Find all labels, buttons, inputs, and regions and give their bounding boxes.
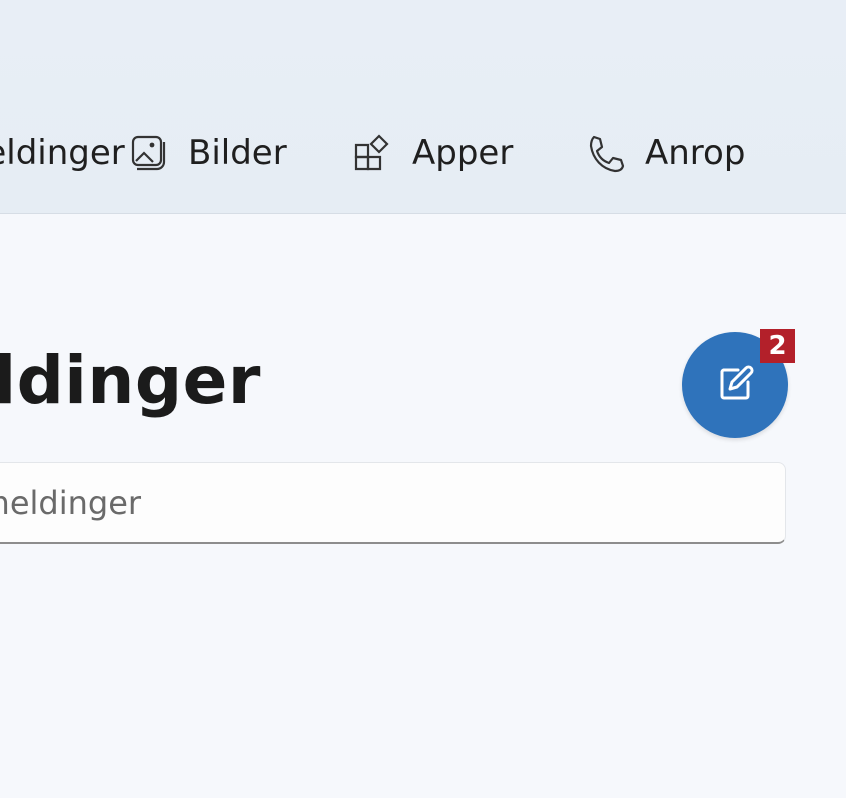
compose-icon [710,358,760,412]
image-icon [128,133,168,173]
tab-label: Apper [412,133,514,173]
tab-apps[interactable]: Apper [352,128,513,178]
tab-messages[interactable]: Meldinger [0,128,125,178]
notification-badge: 2 [760,329,795,363]
tab-label: Meldinger [0,133,125,173]
tab-calls[interactable]: Anrop [585,128,745,178]
tab-label: Bilder [188,133,287,173]
search-input[interactable] [0,463,785,542]
tab-label: Anrop [645,133,746,173]
app-window: Meldinger Bilder [0,0,846,798]
search-box[interactable] [0,462,786,544]
tab-pictures[interactable]: Bilder [128,128,287,178]
phone-icon [585,133,625,173]
apps-icon [352,133,392,173]
page-title: Meldinger [0,342,261,419]
top-navigation: Meldinger Bilder [0,0,846,214]
